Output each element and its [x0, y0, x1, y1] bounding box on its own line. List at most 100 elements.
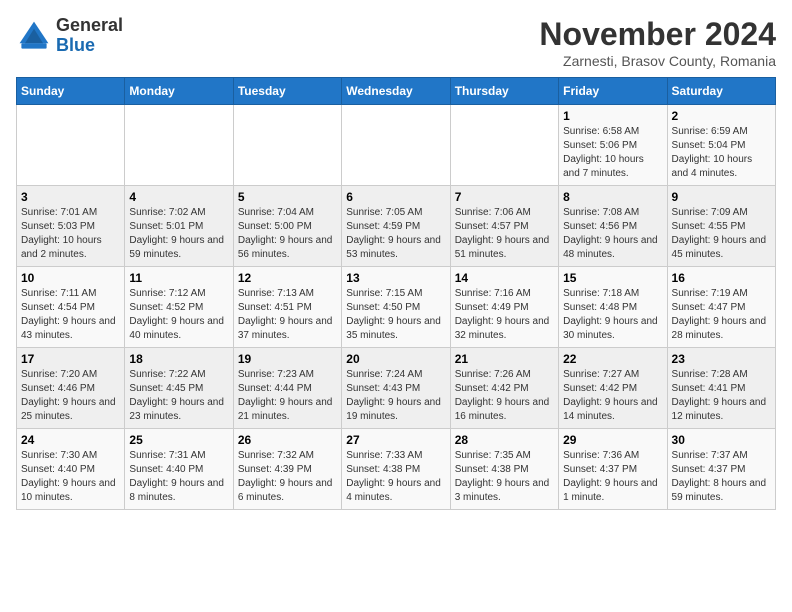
- weekday-header: Tuesday: [233, 78, 341, 105]
- day-info: Sunrise: 7:09 AM Sunset: 4:55 PM Dayligh…: [672, 206, 771, 262]
- weekday-header: Thursday: [450, 78, 558, 105]
- day-number: 6: [346, 190, 445, 204]
- calendar-cell: 11 Sunrise: 7:12 AM Sunset: 4:52 PM Dayli…: [125, 267, 233, 348]
- calendar-header: SundayMondayTuesdayWednesdayThursdayFrid…: [17, 78, 776, 105]
- day-number: 19: [238, 352, 337, 366]
- day-number: 12: [238, 271, 337, 285]
- calendar-cell: 13 Sunrise: 7:15 AM Sunset: 4:50 PM Dayli…: [342, 267, 450, 348]
- day-info: Sunrise: 7:04 AM Sunset: 5:00 PM Dayligh…: [238, 206, 337, 262]
- day-info: Sunrise: 7:12 AM Sunset: 4:52 PM Dayligh…: [129, 287, 228, 343]
- page-header: General Blue November 2024 Zarnesti, Bra…: [16, 16, 776, 69]
- calendar-week-row: 10 Sunrise: 7:11 AM Sunset: 4:54 PM Dayli…: [17, 267, 776, 348]
- calendar-cell: 20Sunrise: 7:24 AM Sunset: 4:43 PM Dayli…: [342, 348, 450, 429]
- calendar-cell: 30 Sunrise: 7:37 AM Sunset: 4:37 PM Dayli…: [667, 429, 775, 510]
- day-info: Sunrise: 7:18 AM Sunset: 4:48 PM Dayligh…: [563, 287, 662, 343]
- calendar-cell: 19 Sunrise: 7:23 AM Sunset: 4:44 PM Dayli…: [233, 348, 341, 429]
- calendar-cell: 25 Sunrise: 7:31 AM Sunset: 4:40 PM Dayli…: [125, 429, 233, 510]
- day-number: 3: [21, 190, 120, 204]
- logo-text: General Blue: [56, 16, 123, 56]
- day-info: Sunrise: 7:02 AM Sunset: 5:01 PM Dayligh…: [129, 206, 228, 262]
- calendar: SundayMondayTuesdayWednesdayThursdayFrid…: [16, 77, 776, 510]
- day-info: Sunrise: 7:32 AM Sunset: 4:39 PM Dayligh…: [238, 449, 337, 505]
- day-info: Sunrise: 7:26 AM Sunset: 4:42 PM Dayligh…: [455, 368, 554, 424]
- day-info: Sunrise: 7:27 AM Sunset: 4:42 PM Dayligh…: [563, 368, 662, 424]
- location: Zarnesti, Brasov County, Romania: [539, 53, 776, 69]
- weekday-header: Sunday: [17, 78, 125, 105]
- calendar-cell: 7 Sunrise: 7:06 AM Sunset: 4:57 PM Daylig…: [450, 186, 558, 267]
- day-info: Sunrise: 7:36 AM Sunset: 4:37 PM Dayligh…: [563, 449, 662, 505]
- day-number: 28: [455, 433, 554, 447]
- day-number: 8: [563, 190, 662, 204]
- day-info: Sunrise: 6:59 AM Sunset: 5:04 PM Dayligh…: [672, 125, 771, 181]
- day-info: Sunrise: 7:11 AM Sunset: 4:54 PM Dayligh…: [21, 287, 120, 343]
- calendar-cell: 6 Sunrise: 7:05 AM Sunset: 4:59 PM Daylig…: [342, 186, 450, 267]
- day-info: Sunrise: 7:33 AM Sunset: 4:38 PM Dayligh…: [346, 449, 445, 505]
- calendar-cell: 18 Sunrise: 7:22 AM Sunset: 4:45 PM Dayli…: [125, 348, 233, 429]
- calendar-cell: 28 Sunrise: 7:35 AM Sunset: 4:38 PM Dayli…: [450, 429, 558, 510]
- day-number: 4: [129, 190, 228, 204]
- calendar-cell: 3 Sunrise: 7:01 AM Sunset: 5:03 PM Daylig…: [17, 186, 125, 267]
- calendar-cell: 12Sunrise: 7:13 AM Sunset: 4:51 PM Dayli…: [233, 267, 341, 348]
- calendar-cell: [233, 105, 341, 186]
- day-info: Sunrise: 7:30 AM Sunset: 4:40 PM Dayligh…: [21, 449, 120, 505]
- calendar-cell: 16Sunrise: 7:19 AM Sunset: 4:47 PM Dayli…: [667, 267, 775, 348]
- day-info: Sunrise: 7:01 AM Sunset: 5:03 PM Dayligh…: [21, 206, 120, 262]
- calendar-cell: 10 Sunrise: 7:11 AM Sunset: 4:54 PM Dayli…: [17, 267, 125, 348]
- day-number: 21: [455, 352, 554, 366]
- day-number: 15: [563, 271, 662, 285]
- day-info: Sunrise: 7:22 AM Sunset: 4:45 PM Dayligh…: [129, 368, 228, 424]
- weekday-header: Friday: [559, 78, 667, 105]
- calendar-cell: 24 Sunrise: 7:30 AM Sunset: 4:40 PM Dayli…: [17, 429, 125, 510]
- calendar-body: 1 Sunrise: 6:58 AM Sunset: 5:06 PM Daylig…: [17, 105, 776, 510]
- day-info: Sunrise: 7:37 AM Sunset: 4:37 PM Dayligh…: [672, 449, 771, 505]
- calendar-cell: [17, 105, 125, 186]
- month-title: November 2024: [539, 16, 776, 53]
- title-block: November 2024 Zarnesti, Brasov County, R…: [539, 16, 776, 69]
- day-number: 5: [238, 190, 337, 204]
- calendar-cell: 8 Sunrise: 7:08 AM Sunset: 4:56 PM Daylig…: [559, 186, 667, 267]
- day-number: 7: [455, 190, 554, 204]
- calendar-cell: [125, 105, 233, 186]
- day-info: Sunrise: 7:06 AM Sunset: 4:57 PM Dayligh…: [455, 206, 554, 262]
- day-info: Sunrise: 7:05 AM Sunset: 4:59 PM Dayligh…: [346, 206, 445, 262]
- day-number: 10: [21, 271, 120, 285]
- day-number: 1: [563, 109, 662, 123]
- calendar-cell: 27 Sunrise: 7:33 AM Sunset: 4:38 PM Dayli…: [342, 429, 450, 510]
- calendar-week-row: 3 Sunrise: 7:01 AM Sunset: 5:03 PM Daylig…: [17, 186, 776, 267]
- calendar-cell: 22Sunrise: 7:27 AM Sunset: 4:42 PM Dayli…: [559, 348, 667, 429]
- day-number: 11: [129, 271, 228, 285]
- day-number: 23: [672, 352, 771, 366]
- calendar-cell: 2 Sunrise: 6:59 AM Sunset: 5:04 PM Daylig…: [667, 105, 775, 186]
- day-info: Sunrise: 7:19 AM Sunset: 4:47 PM Dayligh…: [672, 287, 771, 343]
- day-info: Sunrise: 6:58 AM Sunset: 5:06 PM Dayligh…: [563, 125, 662, 181]
- day-info: Sunrise: 7:35 AM Sunset: 4:38 PM Dayligh…: [455, 449, 554, 505]
- day-info: Sunrise: 7:08 AM Sunset: 4:56 PM Dayligh…: [563, 206, 662, 262]
- calendar-cell: 4 Sunrise: 7:02 AM Sunset: 5:01 PM Daylig…: [125, 186, 233, 267]
- day-number: 18: [129, 352, 228, 366]
- calendar-week-row: 1 Sunrise: 6:58 AM Sunset: 5:06 PM Daylig…: [17, 105, 776, 186]
- day-number: 2: [672, 109, 771, 123]
- day-number: 25: [129, 433, 228, 447]
- day-number: 26: [238, 433, 337, 447]
- calendar-cell: 26 Sunrise: 7:32 AM Sunset: 4:39 PM Dayli…: [233, 429, 341, 510]
- day-number: 20: [346, 352, 445, 366]
- day-info: Sunrise: 7:15 AM Sunset: 4:50 PM Dayligh…: [346, 287, 445, 343]
- calendar-cell: 17Sunrise: 7:20 AM Sunset: 4:46 PM Dayli…: [17, 348, 125, 429]
- calendar-week-row: 17Sunrise: 7:20 AM Sunset: 4:46 PM Dayli…: [17, 348, 776, 429]
- day-number: 24: [21, 433, 120, 447]
- calendar-cell: 9Sunrise: 7:09 AM Sunset: 4:55 PM Daylig…: [667, 186, 775, 267]
- day-info: Sunrise: 7:20 AM Sunset: 4:46 PM Dayligh…: [21, 368, 120, 424]
- day-info: Sunrise: 7:31 AM Sunset: 4:40 PM Dayligh…: [129, 449, 228, 505]
- day-number: 27: [346, 433, 445, 447]
- weekday-header: Monday: [125, 78, 233, 105]
- weekday-header: Wednesday: [342, 78, 450, 105]
- calendar-cell: 14Sunrise: 7:16 AM Sunset: 4:49 PM Dayli…: [450, 267, 558, 348]
- day-info: Sunrise: 7:23 AM Sunset: 4:44 PM Dayligh…: [238, 368, 337, 424]
- calendar-cell: [450, 105, 558, 186]
- calendar-cell: [342, 105, 450, 186]
- day-number: 13: [346, 271, 445, 285]
- day-info: Sunrise: 7:16 AM Sunset: 4:49 PM Dayligh…: [455, 287, 554, 343]
- day-number: 30: [672, 433, 771, 447]
- logo-icon: [16, 18, 52, 54]
- day-info: Sunrise: 7:28 AM Sunset: 4:41 PM Dayligh…: [672, 368, 771, 424]
